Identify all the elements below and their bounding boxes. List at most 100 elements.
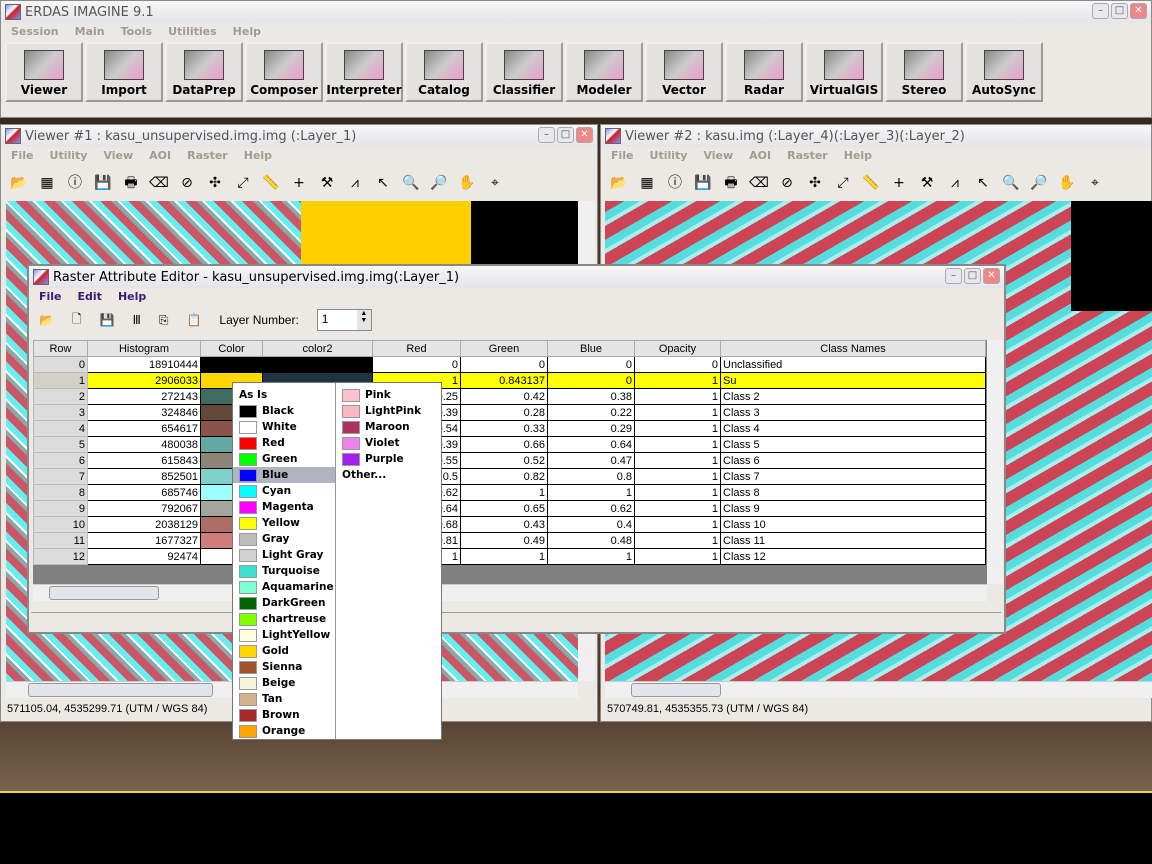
row-number[interactable]: 10	[33, 516, 88, 533]
composer-button[interactable]: Composer	[245, 42, 323, 102]
menu-help[interactable]: Help	[118, 290, 146, 303]
autosync-button[interactable]: AutoSync	[965, 42, 1043, 102]
menu-utilities[interactable]: Utilities	[168, 25, 217, 38]
close-button[interactable]: ✕	[1130, 3, 1147, 19]
histogram-cell[interactable]: 615843	[87, 452, 201, 469]
zoom-out-icon[interactable]: 🔎	[429, 173, 449, 193]
opacity-cell[interactable]: 1	[634, 548, 721, 565]
menu-item-cyan[interactable]: Cyan	[233, 483, 335, 499]
column-header[interactable]: Row	[33, 340, 88, 357]
class-name-cell[interactable]: Class 4	[720, 420, 986, 437]
histogram-cell[interactable]: 2038129	[87, 516, 201, 533]
opacity-cell[interactable]: 1	[634, 388, 721, 405]
blue-cell[interactable]: 0.48	[547, 532, 635, 549]
measure-icon[interactable]: 📏	[261, 173, 281, 193]
maximize-button[interactable]: □	[964, 268, 981, 284]
menu-session[interactable]: Session	[11, 25, 59, 38]
table-row[interactable]: 8 685746 0.62 1 1 1 Class 8	[33, 484, 986, 501]
profile-icon[interactable]: ⩘	[345, 173, 365, 193]
minimize-button[interactable]: –	[945, 268, 962, 284]
zoom-out-fixed-icon[interactable]: ⤢	[833, 173, 853, 193]
horizontal-scrollbar[interactable]	[33, 584, 987, 601]
row-number[interactable]: 5	[33, 436, 88, 453]
link-icon[interactable]: ⌖	[1085, 173, 1105, 193]
horizontal-scrollbar[interactable]	[605, 681, 1152, 698]
menu-edit[interactable]: Edit	[78, 290, 102, 303]
menu-file[interactable]: File	[11, 149, 34, 162]
menu-item-magenta[interactable]: Magenta	[233, 499, 335, 515]
modeler-button[interactable]: Modeler	[565, 42, 643, 102]
row-number[interactable]: 4	[33, 420, 88, 437]
menu-item-lightpink[interactable]: LightPink	[336, 403, 441, 419]
blue-cell[interactable]: 0.29	[547, 420, 635, 437]
column-header[interactable]: Opacity	[634, 340, 721, 357]
measure-icon[interactable]: 📏	[861, 173, 881, 193]
menu-help[interactable]: Help	[233, 25, 261, 38]
menu-item-aquamarine[interactable]: Aquamarine	[233, 579, 335, 595]
menu-item-black[interactable]: Black	[233, 403, 335, 419]
row-number[interactable]: 6	[33, 452, 88, 469]
green-cell[interactable]: 0.52	[460, 452, 548, 469]
opacity-cell[interactable]: 1	[634, 452, 721, 469]
inquire-cursor-icon[interactable]: +	[889, 173, 909, 193]
opacity-cell[interactable]: 1	[634, 484, 721, 501]
red-cell[interactable]: 0	[372, 356, 461, 373]
menu-help[interactable]: Help	[844, 149, 872, 162]
menu-aoi[interactable]: AOI	[149, 149, 171, 162]
menu-item-orange[interactable]: Orange	[233, 723, 335, 739]
class-name-cell[interactable]: Class 5	[720, 436, 986, 453]
select-icon[interactable]: ↖	[973, 173, 993, 193]
row-number[interactable]: 8	[33, 484, 88, 501]
paste-icon[interactable]: 📋	[186, 313, 201, 327]
green-cell[interactable]: 1	[460, 484, 548, 501]
opacity-cell[interactable]: 1	[634, 404, 721, 421]
open-icon[interactable]: 📂	[9, 173, 29, 193]
pan-icon[interactable]: ✋	[1057, 173, 1077, 193]
copy-icon[interactable]: ⎘	[159, 313, 169, 328]
histogram-cell[interactable]: 324846	[87, 404, 201, 421]
open-raster-icon[interactable]: ▦	[637, 173, 657, 193]
menu-raster[interactable]: Raster	[187, 149, 228, 162]
column-header[interactable]: Color	[200, 340, 263, 357]
blue-cell[interactable]: 1	[547, 484, 635, 501]
column-header[interactable]: color2	[262, 340, 373, 357]
histogram-cell[interactable]: 2906033	[87, 372, 201, 389]
table-row[interactable]: 3 324846 0.39 0.28 0.22 1 Class 3	[33, 404, 986, 421]
clear-icon[interactable]: ⊘	[177, 173, 197, 193]
menu-utility[interactable]: Utility	[50, 149, 88, 162]
row-number[interactable]: 2	[33, 388, 88, 405]
blue-cell[interactable]: 0	[547, 356, 635, 373]
blue-cell[interactable]: 0.22	[547, 404, 635, 421]
row-number[interactable]: 7	[33, 468, 88, 485]
color2-cell[interactable]	[262, 356, 373, 373]
menu-item-green[interactable]: Green	[233, 451, 335, 467]
histogram-cell[interactable]: 1677327	[87, 532, 201, 549]
table-row[interactable]: 10 2038129 0.68 0.43 0.4 1 Class 10	[33, 516, 986, 533]
histogram-cell[interactable]: 685746	[87, 484, 201, 501]
inquire-cursor-icon[interactable]: +	[289, 173, 309, 193]
blue-cell[interactable]: 0.64	[547, 436, 635, 453]
column-properties-icon[interactable]: Ⅲ	[133, 313, 141, 327]
blue-cell[interactable]: 1	[547, 548, 635, 565]
save-icon[interactable]: 💾	[693, 173, 713, 193]
menu-view[interactable]: View	[703, 149, 733, 162]
column-header[interactable]: Class Names	[720, 340, 986, 357]
print-icon[interactable]: 🖶	[121, 173, 141, 193]
table-row[interactable]: 4 654617 0.54 0.33 0.29 1 Class 4	[33, 420, 986, 437]
menu-item-maroon[interactable]: Maroon	[336, 419, 441, 435]
zoom-out-fixed-icon[interactable]: ⤢	[233, 173, 253, 193]
opacity-cell[interactable]: 1	[634, 436, 721, 453]
menu-aoi[interactable]: AOI	[749, 149, 771, 162]
catalog-button[interactable]: Catalog	[405, 42, 483, 102]
column-header[interactable]: Histogram	[87, 340, 201, 357]
class-name-cell[interactable]: Class 2	[720, 388, 986, 405]
class-name-cell[interactable]: Class 10	[720, 516, 986, 533]
menu-main[interactable]: Main	[75, 25, 105, 38]
blue-cell[interactable]: 0.62	[547, 500, 635, 517]
green-cell[interactable]: 0.66	[460, 436, 548, 453]
zoom-in-icon[interactable]: 🔍	[401, 173, 421, 193]
viewer-button[interactable]: Viewer	[5, 42, 83, 102]
blue-cell[interactable]: 0.8	[547, 468, 635, 485]
histogram-cell[interactable]: 792067	[87, 500, 201, 517]
opacity-cell[interactable]: 1	[634, 468, 721, 485]
